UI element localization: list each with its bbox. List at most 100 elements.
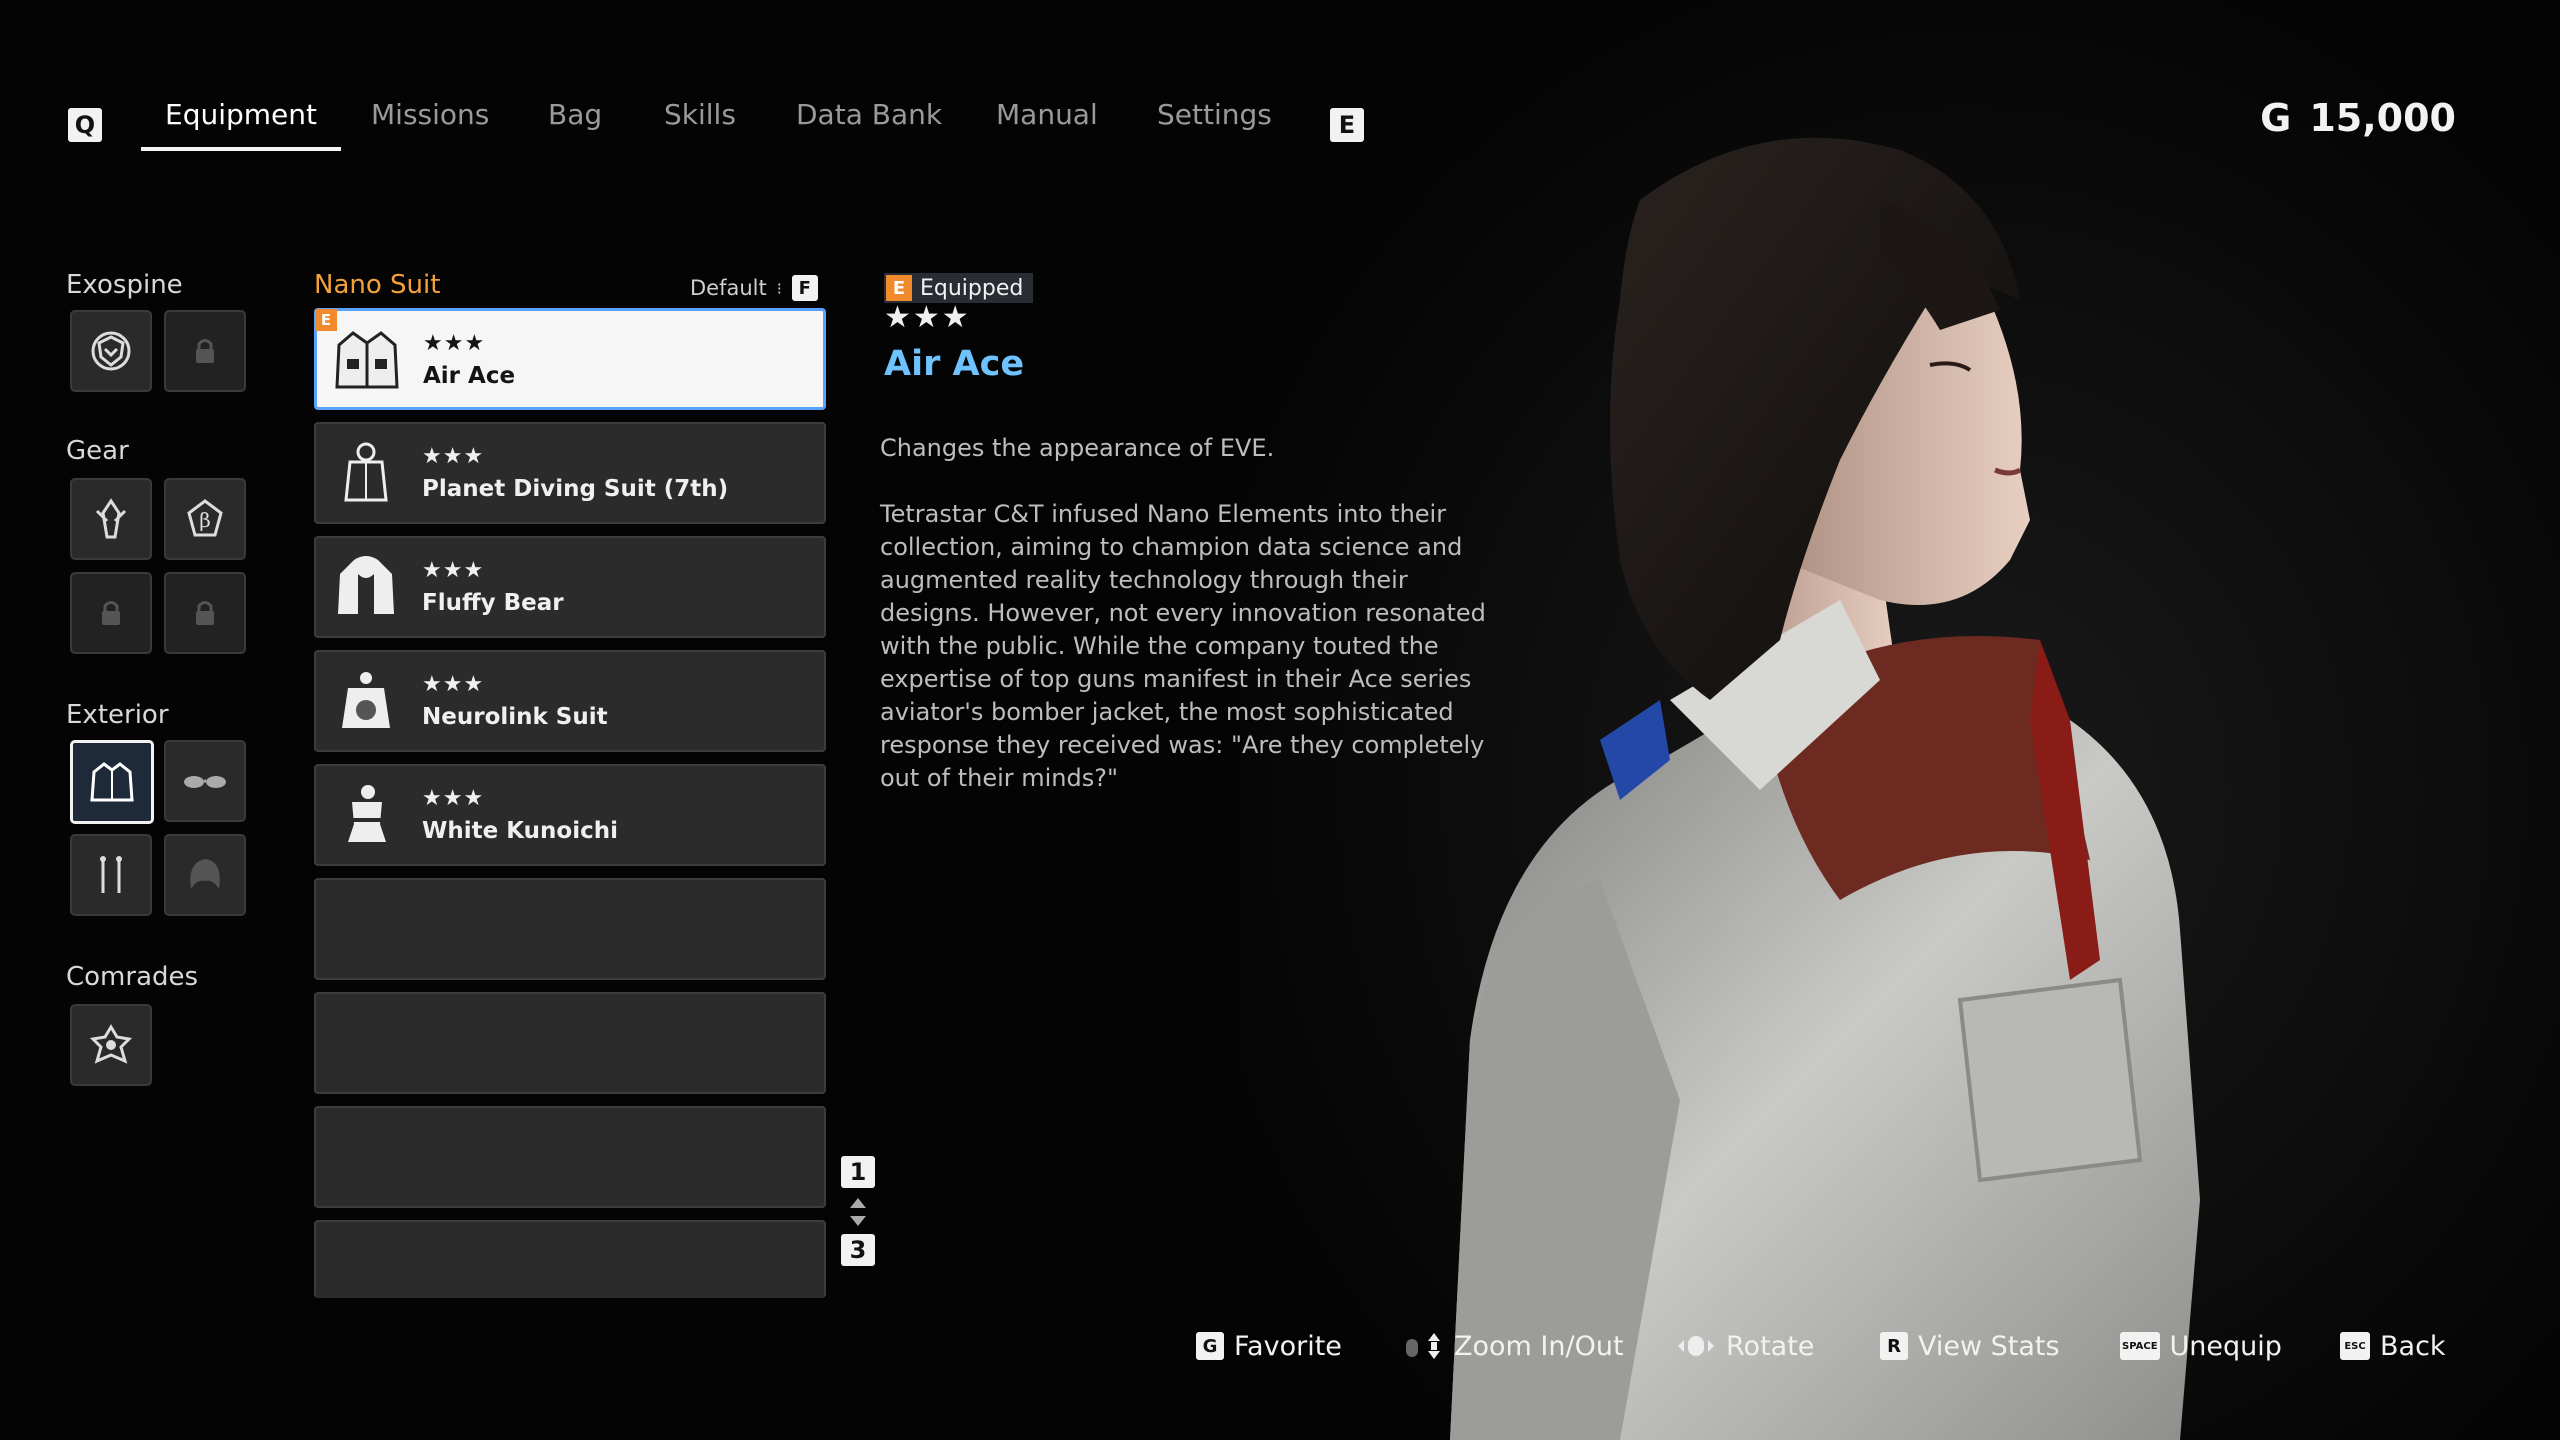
page-down-key[interactable]: 3 (841, 1234, 875, 1266)
beta-emblem-icon: β (187, 499, 223, 537)
item-name: Air Ace (423, 363, 516, 389)
gear-slot-locked-2[interactable] (164, 572, 246, 654)
tab-label: Skills (664, 98, 736, 131)
hint-key: R (1880, 1332, 1908, 1360)
category-title-exterior: Exterior (66, 700, 169, 730)
hint-label: View Stats (1918, 1330, 2060, 1362)
item-rarity: ★★★ (423, 331, 486, 356)
item-name: White Kunoichi (422, 818, 618, 844)
tab-skills[interactable]: Skills (664, 98, 736, 148)
hint-key: G (1196, 1332, 1224, 1360)
tab-bag[interactable]: Bag (548, 98, 602, 148)
currency-icon: G (2260, 96, 2292, 140)
hoodie-icon (338, 556, 394, 614)
category-title-exospine: Exospine (66, 270, 183, 300)
scroll-arrows-icon (850, 1198, 866, 1226)
hint-unequip[interactable]: SPACE Unequip (2120, 1326, 2282, 1366)
glasses-icon (184, 776, 226, 788)
exterior-slot-glasses[interactable] (164, 740, 246, 822)
equipped-key: E (886, 275, 912, 301)
list-item[interactable]: ★★★ White Kunoichi (314, 764, 826, 866)
item-rarity: ★★★ (422, 786, 485, 811)
drone-emblem-icon (89, 1024, 133, 1064)
exospine-slot-1[interactable] (70, 310, 152, 392)
svg-text:β: β (199, 508, 211, 532)
list-item[interactable]: E ★★★ Air Ace (314, 308, 826, 410)
item-rarity: ★★★ (422, 444, 485, 469)
exterior-slot-hairstyle[interactable] (164, 834, 246, 916)
detail-description-lore: Tetrastar C&T infused Nano Elements into… (880, 500, 1486, 792)
item-rarity: ★★★ (422, 558, 485, 583)
sort-key: F (791, 275, 818, 301)
empty-list-slot (314, 878, 826, 980)
exospine-slot-locked[interactable] (164, 310, 246, 392)
hint-label: Rotate (1726, 1330, 1815, 1362)
equipped-badge: E Equipped (884, 273, 1034, 303)
earring-icon (100, 856, 122, 893)
hint-label: Zoom In/Out (1454, 1330, 1624, 1362)
comrades-slot-1[interactable] (70, 1004, 152, 1086)
hint-key: ESC (2340, 1332, 2370, 1360)
hint-label: Back (2380, 1330, 2446, 1362)
category-title-comrades: Comrades (66, 962, 199, 992)
jacket-icon (90, 762, 134, 802)
item-name: Fluffy Bear (422, 590, 564, 616)
gear-slot-1[interactable] (70, 478, 152, 560)
hint-label: Favorite (1234, 1330, 1342, 1362)
tab-manual[interactable]: Manual (996, 98, 1098, 148)
mouse-drag-icon (1678, 1336, 1714, 1356)
mouse-scroll-icon (1406, 1333, 1440, 1359)
hint-key: SPACE (2120, 1332, 2160, 1360)
tab-label: Bag (548, 98, 603, 131)
exterior-slot-earrings[interactable] (70, 834, 152, 916)
sort-toggle-icon: ⁝ (776, 278, 782, 298)
empty-list-slot (314, 1106, 826, 1208)
gear-slot-locked-1[interactable] (70, 572, 152, 654)
empty-list-slot (314, 1220, 826, 1298)
item-name: Planet Diving Suit (7th) (422, 476, 729, 502)
tab-label: Equipment (165, 98, 317, 131)
prev-tab-key[interactable]: Q (68, 108, 102, 142)
gear-slot-2[interactable]: β (164, 478, 246, 560)
sort-label: Default (690, 276, 767, 300)
page-up-key[interactable]: 1 (841, 1156, 875, 1188)
gear-emblem-icon (95, 498, 127, 539)
hint-favorite[interactable]: G Favorite (1196, 1326, 1342, 1366)
detail-description-summary: Changes the appearance of EVE. (880, 434, 1275, 462)
currency-amount: 15,000 (2309, 96, 2456, 140)
category-title-gear: Gear (66, 436, 129, 466)
lock-icon (196, 601, 214, 625)
hint-rotate[interactable]: Rotate (1676, 1326, 1814, 1366)
hint-view-stats[interactable]: R View Stats (1880, 1326, 2060, 1366)
lock-icon (196, 339, 214, 363)
hint-label: Unequip (2169, 1330, 2282, 1362)
item-name: Neurolink Suit (422, 704, 608, 730)
shield-emblem-icon (91, 331, 131, 371)
detail-item-name: Air Ace (884, 344, 1025, 384)
tab-label: Data Bank (796, 98, 943, 131)
exterior-slot-nano-suit[interactable] (70, 740, 154, 824)
hairstyle-icon (190, 859, 220, 889)
kunoichi-suit-icon (348, 785, 386, 842)
list-title: Nano Suit (314, 270, 441, 300)
lock-icon (102, 601, 120, 625)
empty-list-slot (314, 992, 826, 1094)
tab-settings[interactable]: Settings (1157, 98, 1272, 148)
diving-suit-icon (344, 442, 388, 502)
tab-data-bank[interactable]: Data Bank (796, 98, 942, 148)
equipped-label: Equipped (920, 275, 1024, 301)
tab-missions[interactable]: Missions (371, 98, 489, 148)
tab-equipment[interactable]: Equipment (141, 98, 341, 151)
next-tab-key[interactable]: E (1330, 108, 1364, 142)
hint-zoom[interactable]: Zoom In/Out (1404, 1326, 1624, 1366)
hint-back[interactable]: ESC Back (2340, 1326, 2446, 1366)
list-item[interactable]: ★★★ Fluffy Bear (314, 536, 826, 638)
neurolink-suit-icon (342, 672, 390, 728)
list-item[interactable]: ★★★ Planet Diving Suit (7th) (314, 422, 826, 524)
currency-display: G 15,000 (2260, 96, 2456, 140)
list-item[interactable]: ★★★ Neurolink Suit (314, 650, 826, 752)
detail-rarity: ★★★ (884, 300, 971, 335)
sort-control[interactable]: Default ⁝ F (690, 275, 818, 301)
jacket-icon (335, 331, 399, 389)
tab-label: Manual (996, 98, 1098, 131)
